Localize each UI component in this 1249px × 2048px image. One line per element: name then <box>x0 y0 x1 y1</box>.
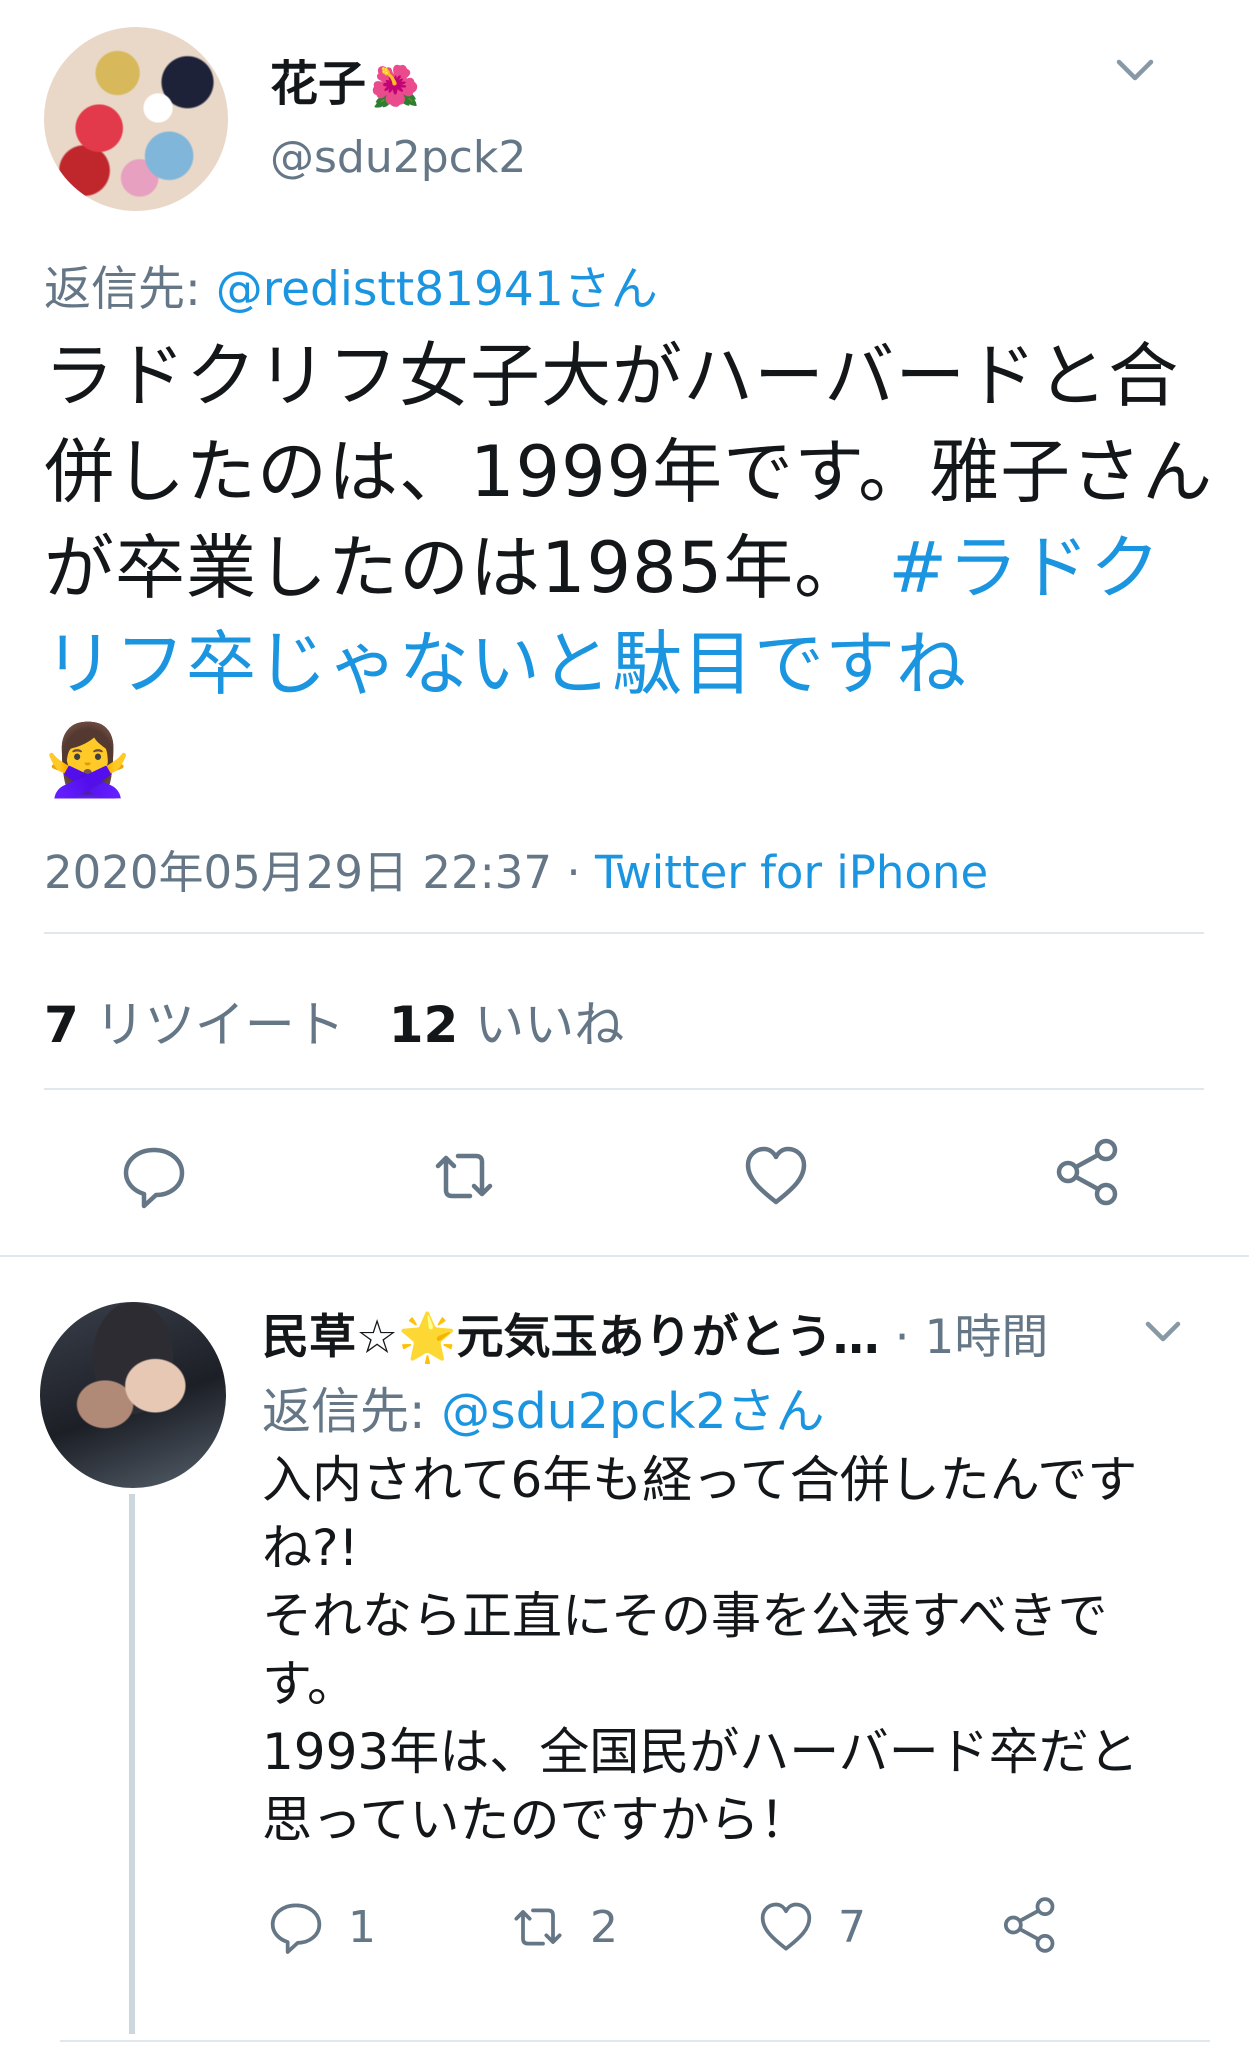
reply-to-line: 返信先: @redistt81941さん <box>44 250 658 319</box>
retweet-count: 2 <box>590 1901 618 1953</box>
reply-header: 民草☆🌟元気玉ありがとう… · 1時間 <box>262 1310 1049 1365</box>
tweet-text: 入内されて6年も経って合併したんです ね?! それなら正直にその事を公表すべきで… <box>262 1451 1139 1849</box>
heart-icon <box>760 1902 812 1951</box>
flower-emoji: 🌺 <box>370 64 420 110</box>
reply-to-link[interactable]: @sdu2pck2さん <box>441 1383 824 1440</box>
retweets-stat[interactable]: 7 リツイート <box>44 996 389 1054</box>
reply-icon[interactable] <box>118 1140 190 1212</box>
avatar[interactable] <box>44 27 228 211</box>
heart-icon[interactable] <box>740 1140 812 1212</box>
like-count: 7 <box>838 1901 866 1953</box>
avatar[interactable] <box>40 1302 226 1488</box>
divider <box>44 932 1204 934</box>
share-icon <box>1003 1897 1055 1953</box>
likes-stat[interactable]: 12 いいね <box>389 996 669 1054</box>
divider <box>44 1088 1204 1090</box>
gesture-emoji: 🙅‍♀️ <box>44 719 133 801</box>
share-button[interactable] <box>1000 1893 1082 1957</box>
engagement-stats: 7 リツイート 12 いいね <box>44 985 668 1057</box>
source-link[interactable]: Twitter for iPhone <box>595 846 988 899</box>
timestamp: 2020年05月29日 22:37 <box>44 846 553 899</box>
reply-to-link[interactable]: @redistt81941さん <box>216 262 658 317</box>
reply-to-prefix: 返信先: <box>44 262 216 317</box>
display-name[interactable]: 花子 🌺 <box>270 44 420 114</box>
retweet-button[interactable]: 2 <box>508 1895 618 1959</box>
retweet-icon[interactable] <box>428 1140 500 1212</box>
retweet-icon <box>514 1908 562 1946</box>
reply-button[interactable]: 1 <box>266 1895 376 1959</box>
display-name[interactable]: 民草☆🌟元気玉ありがとう… <box>262 1310 880 1365</box>
thread-line <box>129 1494 135 2034</box>
divider <box>0 1255 1249 1257</box>
reply-to-line: 返信先: @sdu2pck2さん <box>262 1383 825 1440</box>
timestamp-line: 2020年05月29日 22:37 · Twitter for iPhone <box>44 846 989 899</box>
reply-icon <box>270 1903 322 1954</box>
reply-count: 1 <box>348 1901 376 1953</box>
user-handle[interactable]: @sdu2pck2 <box>270 132 526 183</box>
relative-time[interactable]: 1時間 <box>924 1310 1048 1365</box>
divider <box>60 2040 1210 2042</box>
share-icon[interactable] <box>1052 1136 1124 1208</box>
chevron-down-icon[interactable] <box>1135 1304 1191 1360</box>
like-button[interactable]: 7 <box>756 1895 866 1959</box>
tweet-text: ラドクリフ女子大がハーバードと合併したのは、1999年です。雅子さんが卒業したの… <box>44 328 1214 808</box>
chevron-down-icon[interactable] <box>1105 40 1165 100</box>
